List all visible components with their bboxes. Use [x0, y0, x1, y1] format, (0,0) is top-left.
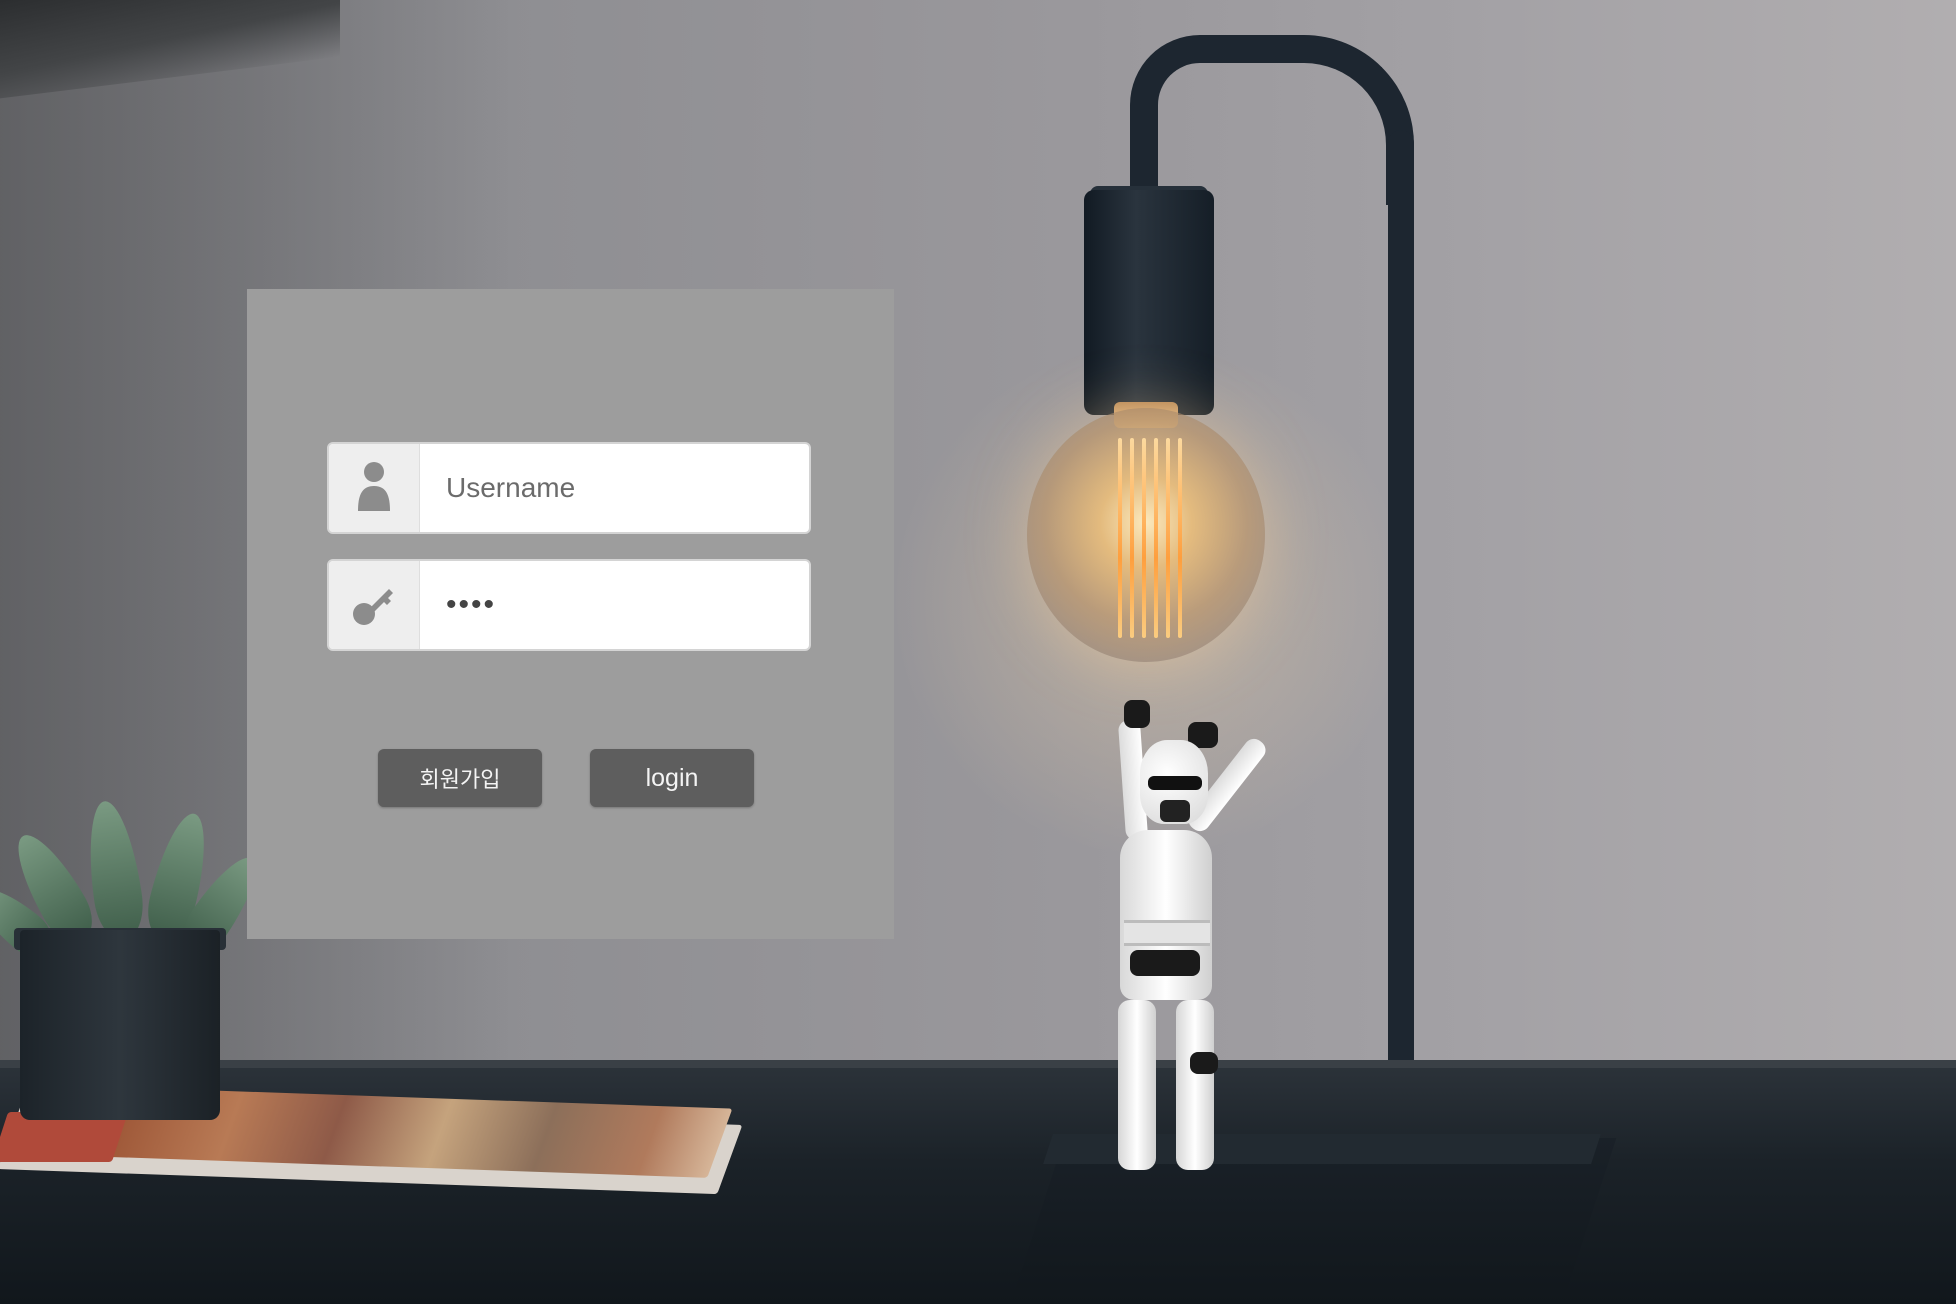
plant-pot: [20, 930, 220, 1120]
password-field: [327, 559, 811, 651]
username-input[interactable]: [420, 444, 809, 532]
figure-visor: [1148, 776, 1202, 790]
bulb-filament: [1142, 438, 1146, 638]
figure-leg: [1118, 1000, 1156, 1170]
figure-leg: [1176, 1000, 1214, 1170]
signup-button[interactable]: 회원가입: [378, 749, 542, 807]
key-icon: [329, 561, 420, 649]
password-input[interactable]: [420, 561, 809, 649]
user-icon: [329, 444, 420, 532]
light-bulb: [1027, 408, 1265, 662]
figure-belt: [1124, 920, 1210, 946]
login-panel: 회원가입 login: [247, 289, 894, 939]
figure-knee: [1190, 1052, 1218, 1074]
bulb-filament: [1130, 438, 1134, 638]
figure-hand: [1124, 700, 1150, 728]
username-field: [327, 442, 811, 534]
bulb-filament: [1166, 438, 1170, 638]
lamp-socket: [1084, 190, 1214, 415]
login-button[interactable]: login: [590, 749, 754, 807]
figure-mouthpiece: [1160, 800, 1190, 822]
lamp-arm: [1130, 35, 1414, 205]
bulb-filament: [1154, 438, 1158, 638]
bulb-filament: [1178, 438, 1182, 638]
figure-hip: [1130, 950, 1200, 976]
lamp-pole: [1388, 130, 1414, 1150]
bulb-filament: [1118, 438, 1122, 638]
